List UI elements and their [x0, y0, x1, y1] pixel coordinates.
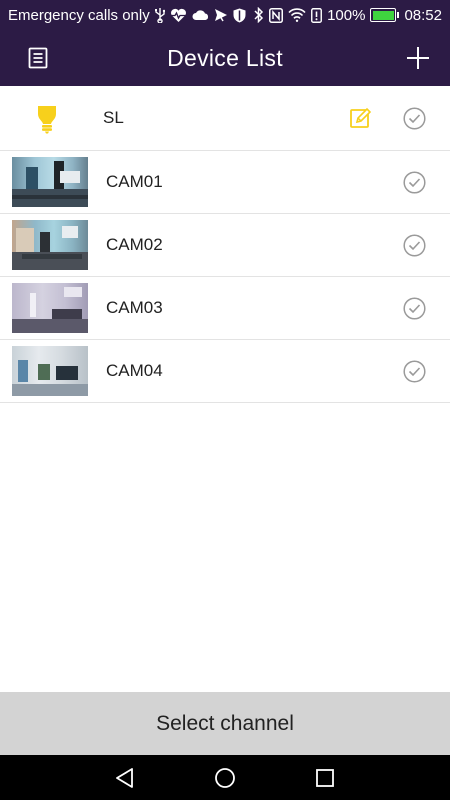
page-title: Device List — [167, 44, 283, 71]
device-name: CAM02 — [106, 235, 163, 254]
list-item-cam04[interactable]: CAM04 — [0, 340, 450, 403]
back-icon[interactable] — [113, 766, 137, 790]
camera-thumbnail — [12, 157, 88, 207]
select-check-icon[interactable] — [403, 171, 426, 194]
device-name: SL — [103, 108, 124, 127]
carrier-text: Emergency calls only — [8, 6, 150, 24]
camera-thumbnail — [12, 346, 88, 396]
wifi-icon — [288, 8, 306, 22]
list-item-cam02[interactable]: CAM02 — [0, 214, 450, 277]
navigation-bar — [0, 755, 450, 800]
recent-apps-icon[interactable] — [313, 766, 337, 790]
home-icon[interactable] — [213, 766, 237, 790]
battery-icon — [370, 8, 400, 22]
document-list-icon[interactable] — [24, 44, 52, 72]
camera-thumbnail — [12, 220, 88, 270]
nfc-icon — [269, 7, 284, 23]
send-icon — [214, 8, 228, 22]
select-check-icon[interactable] — [403, 360, 426, 383]
list-item-cam03[interactable]: CAM03 — [0, 277, 450, 340]
device-name: CAM01 — [106, 172, 163, 191]
device-name: CAM04 — [106, 361, 163, 380]
status-right: 100% 08:52 — [254, 7, 442, 24]
bluetooth-icon — [254, 7, 264, 23]
plus-icon — [407, 47, 429, 69]
edit-icon[interactable] — [350, 107, 372, 129]
cloud-icon — [192, 9, 209, 21]
bulb-icon — [36, 104, 58, 134]
status-left: Emergency calls only — [8, 7, 254, 24]
camera-thumbnail — [12, 283, 88, 333]
app-header: Device List — [0, 30, 450, 86]
vibrate-icon — [311, 7, 323, 23]
list-item-cam01[interactable]: CAM01 — [0, 151, 450, 214]
select-channel-button[interactable]: Select channel — [0, 692, 450, 755]
usb-icon — [154, 7, 165, 23]
add-device-button[interactable] — [402, 42, 434, 74]
select-check-icon[interactable] — [403, 234, 426, 257]
select-check-icon[interactable] — [403, 297, 426, 320]
device-list: SL CAM01 CAM02 CAM03 CAM04 — [0, 86, 450, 403]
battery-percent: 100% — [327, 6, 366, 24]
select-check-icon[interactable] — [403, 107, 426, 130]
status-time: 08:52 — [404, 6, 442, 24]
device-name: CAM03 — [106, 298, 163, 317]
shield-icon — [233, 8, 246, 23]
heart-monitor-icon — [170, 8, 187, 23]
status-bar: Emergency calls only 100% 08:52 — [0, 0, 450, 30]
list-item-sl[interactable]: SL — [0, 86, 450, 151]
